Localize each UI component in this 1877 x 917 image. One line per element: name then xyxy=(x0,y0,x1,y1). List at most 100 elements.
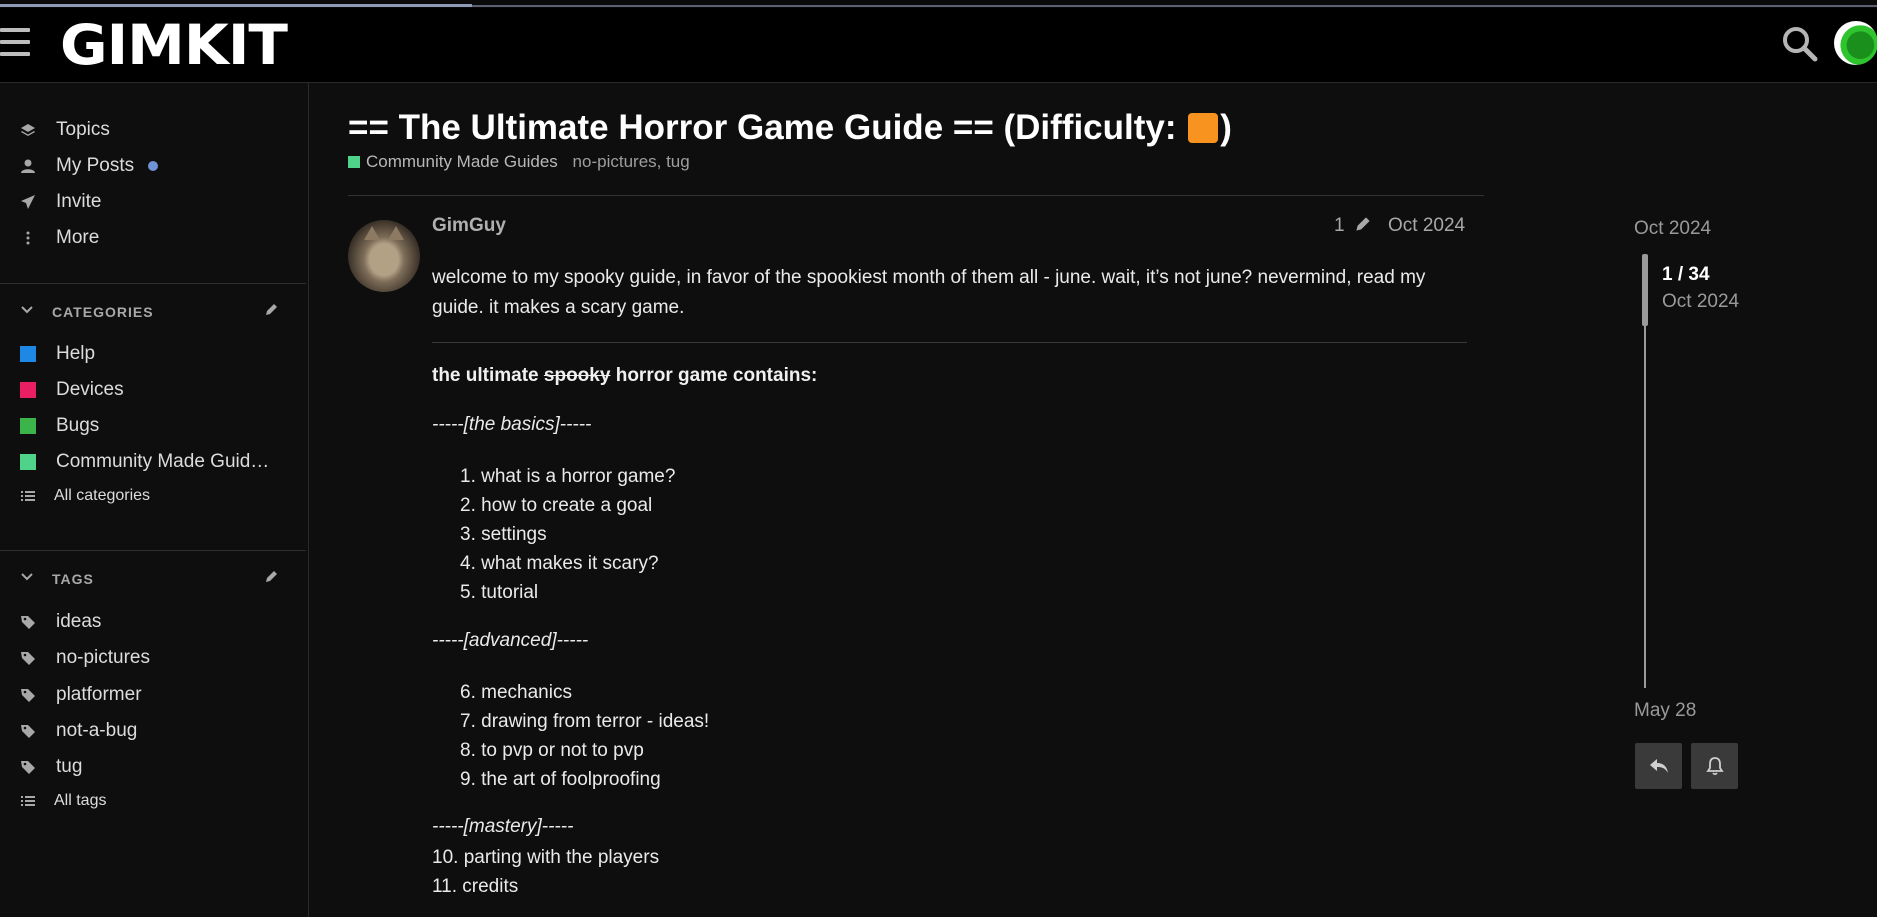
topic-title-end: ) xyxy=(1220,108,1232,147)
post-username[interactable]: GimGuy xyxy=(432,215,506,237)
user-icon xyxy=(20,158,36,174)
timeline-position: 1 / 34 xyxy=(1662,264,1710,285)
sidebar-item-bugs[interactable]: Bugs xyxy=(0,409,300,443)
edit-history[interactable]: 1 xyxy=(1334,215,1372,237)
search-icon[interactable] xyxy=(1780,24,1820,64)
sidebar-item-tag-platformer[interactable]: platformer xyxy=(0,678,300,712)
list-item: 1. what is a horror game? xyxy=(460,466,676,487)
sidebar-item-tag-ideas[interactable]: ideas xyxy=(0,605,300,639)
sidebar-item-label: Community Made Guid… xyxy=(56,451,270,472)
timeline-handle[interactable] xyxy=(1642,254,1648,326)
tags-section-header[interactable]: TAGS xyxy=(0,564,300,594)
user-avatar[interactable] xyxy=(1834,21,1877,65)
sidebar-item-topics[interactable]: Topics xyxy=(0,113,300,147)
timeline-end-date[interactable]: May 28 xyxy=(1634,700,1696,722)
sidebar-item-tag-no-pictures[interactable]: no-pictures xyxy=(0,641,300,675)
more-vertical-icon xyxy=(20,230,36,246)
topic-title-text: == The Ultimate Horror Game Guide == (Di… xyxy=(348,108,1187,147)
sidebar-item-tag-not-a-bug[interactable]: not-a-bug xyxy=(0,714,300,748)
timeline-position-date: Oct 2024 xyxy=(1662,291,1740,312)
loading-bar xyxy=(0,0,1877,8)
topic-meta: Community Made Guides no-pictures, tug xyxy=(348,152,690,172)
topic-title: == The Ultimate Horror Game Guide == (Di… xyxy=(348,108,1232,148)
sidebar: Topics My Posts Invite More CATEGORIES H… xyxy=(0,83,309,917)
chevron-down-icon[interactable] xyxy=(20,303,34,320)
list-item: 7. drawing from terror - ideas! xyxy=(460,711,710,732)
sidebar-item-label: ideas xyxy=(56,611,102,632)
site-logo[interactable]: GIMKIT xyxy=(60,14,288,77)
post-date[interactable]: Oct 2024 xyxy=(1388,215,1465,237)
mastery-header: -----[mastery]----- xyxy=(432,816,574,837)
sidebar-item-tag-tug[interactable]: tug xyxy=(0,750,300,784)
title-divider xyxy=(348,195,1484,196)
sidebar-item-all-tags[interactable]: All tags xyxy=(0,784,300,818)
pencil-icon[interactable] xyxy=(264,569,279,588)
list-item: 5. tutorial xyxy=(460,582,539,603)
reply-icon xyxy=(1649,759,1668,773)
sidebar-item-label: Devices xyxy=(56,379,124,400)
basics-list: 1. what is a horror game? 2. how to crea… xyxy=(460,462,675,607)
sidebar-item-my-posts[interactable]: My Posts xyxy=(0,149,300,183)
basics-header: -----[the basics]----- xyxy=(432,414,592,435)
sidebar-divider xyxy=(0,283,306,284)
category-color-square xyxy=(20,382,36,398)
list-icon xyxy=(20,488,36,504)
sidebar-divider xyxy=(0,550,306,551)
tag-icon xyxy=(20,614,36,630)
reply-button[interactable] xyxy=(1635,743,1682,789)
post-heading: the ultimate spooky horror game contains… xyxy=(432,365,817,387)
category-color-square xyxy=(20,418,36,434)
sidebar-item-label: Help xyxy=(56,343,96,364)
sidebar-item-label: not-a-bug xyxy=(56,720,138,741)
bell-icon xyxy=(1705,757,1724,776)
sidebar-item-label: All categories xyxy=(54,487,151,504)
tag-icon xyxy=(20,650,36,666)
sidebar-item-devices[interactable]: Devices xyxy=(0,373,300,407)
notification-bell-button[interactable] xyxy=(1691,743,1738,789)
list-item: 8. to pvp or not to pvp xyxy=(460,740,644,761)
sidebar-item-invite[interactable]: Invite xyxy=(0,185,300,219)
site-header: GIMKIT xyxy=(0,8,1877,83)
sidebar-item-community-made-guides[interactable]: Community Made Guid… xyxy=(0,445,300,479)
sidebar-item-more[interactable]: More xyxy=(0,221,300,255)
advanced-list: 6. mechanics 7. drawing from terror - id… xyxy=(460,678,709,794)
sidebar-item-label: More xyxy=(56,227,100,248)
paper-plane-icon xyxy=(20,194,36,210)
tag-icon xyxy=(20,687,36,703)
timeline-start-date[interactable]: Oct 2024 xyxy=(1634,218,1711,240)
post-author-avatar[interactable] xyxy=(348,220,420,292)
category-color-square xyxy=(20,346,36,362)
list-item: 2. how to create a goal xyxy=(460,495,653,516)
list-item: 9. the art of foolproofing xyxy=(460,769,661,790)
tag-icon xyxy=(20,723,36,739)
topic-tags[interactable]: no-pictures, tug xyxy=(573,152,690,171)
sidebar-item-all-categories[interactable]: All categories xyxy=(0,479,300,513)
sidebar-item-label: My Posts xyxy=(56,155,135,176)
hamburger-menu-icon[interactable] xyxy=(0,28,30,64)
sidebar-item-label: tug xyxy=(56,756,83,777)
list-item: 6. mechanics xyxy=(460,682,572,703)
sidebar-item-label: no-pictures xyxy=(56,647,150,668)
categories-section-header[interactable]: CATEGORIES xyxy=(0,297,300,327)
topic-category-link[interactable]: Community Made Guides xyxy=(366,152,558,171)
category-color-square xyxy=(20,454,36,470)
mastery-list: 10. parting with the players 11. credits xyxy=(432,843,659,901)
list-item: 3. settings xyxy=(460,524,547,545)
categories-title: CATEGORIES xyxy=(52,304,154,320)
pencil-icon[interactable] xyxy=(264,302,279,321)
post-intro: welcome to my spooky guide, in favor of … xyxy=(432,267,1426,318)
category-color-square xyxy=(348,156,360,168)
chevron-down-icon[interactable] xyxy=(20,570,34,587)
difficulty-square xyxy=(1188,113,1219,143)
heading-struck: spooky xyxy=(543,365,611,386)
sidebar-item-label: Invite xyxy=(56,191,102,212)
post-divider xyxy=(432,342,1467,343)
sidebar-item-label: All tags xyxy=(54,792,107,809)
list-icon xyxy=(20,793,36,809)
heading-start: the ultimate xyxy=(432,365,544,386)
list-item: 4. what makes it scary? xyxy=(460,553,659,574)
advanced-header: -----[advanced]----- xyxy=(432,630,589,651)
pencil-icon xyxy=(1356,217,1370,231)
sidebar-item-help[interactable]: Help xyxy=(0,337,300,371)
tag-icon xyxy=(20,759,36,775)
